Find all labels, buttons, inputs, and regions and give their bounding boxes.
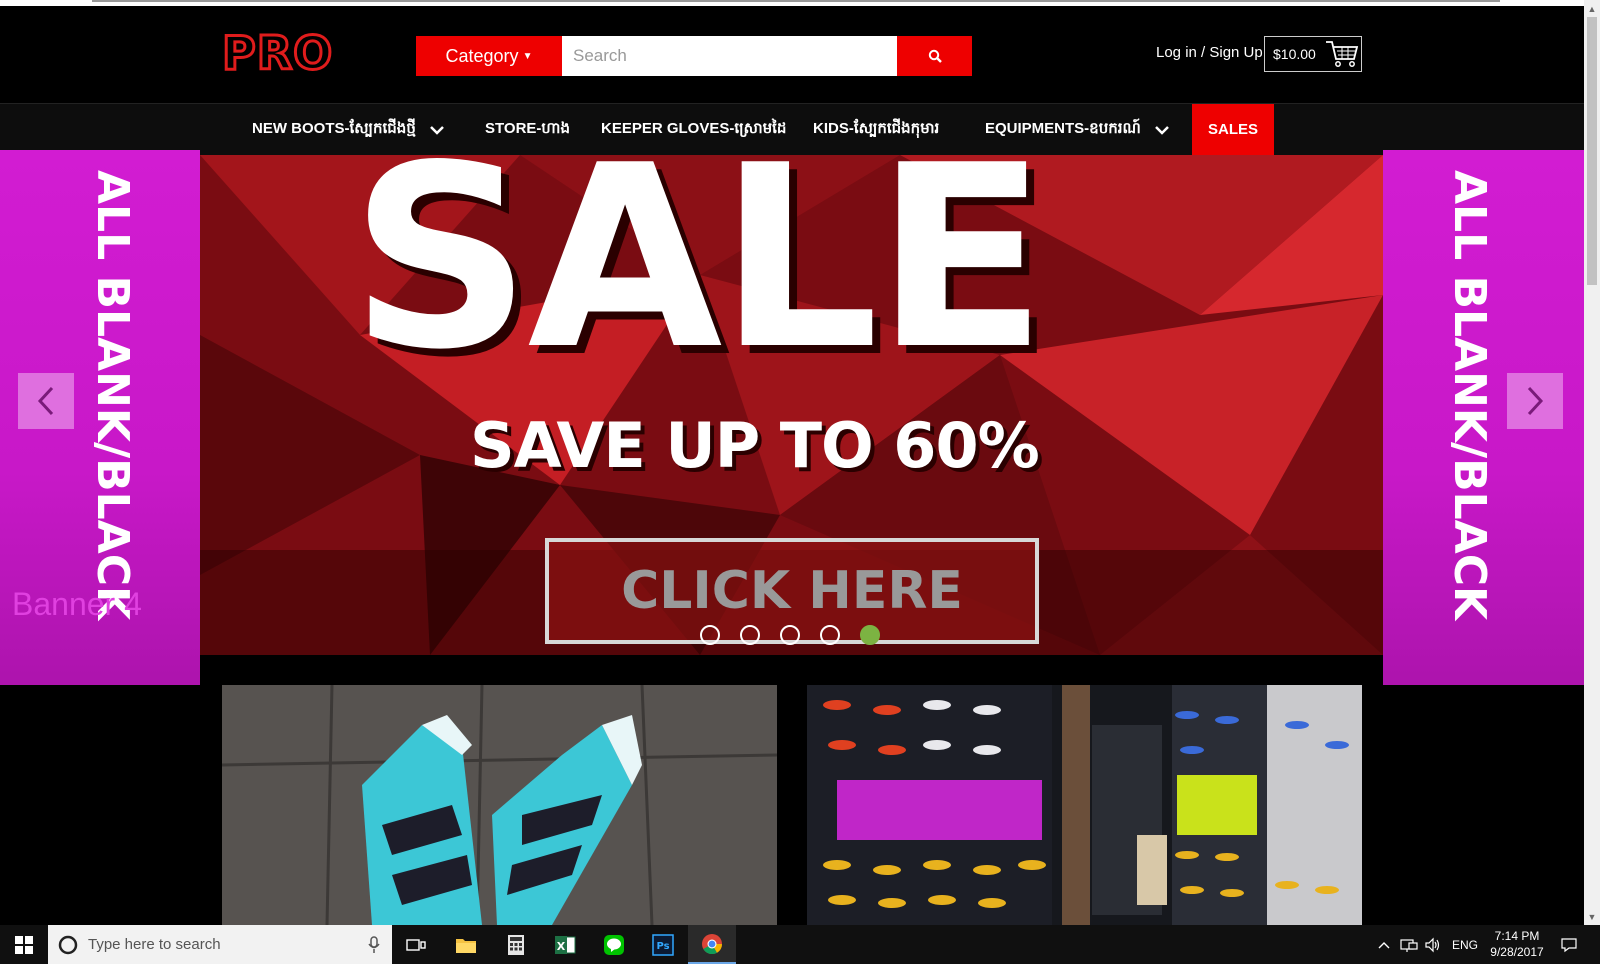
file-explorer-icon[interactable] <box>442 925 490 964</box>
product-image-store[interactable] <box>807 685 1362 925</box>
chevron-up-icon <box>1378 941 1390 948</box>
slide-indicators <box>700 625 880 645</box>
nav-item-store[interactable]: STORE-ហាង <box>485 104 570 155</box>
chevron-down-icon <box>429 122 444 138</box>
excel-icon[interactable]: X <box>541 925 589 964</box>
clock-time: 7:14 PM <box>1494 929 1540 943</box>
product-image-boots[interactable] <box>222 685 777 925</box>
network-icon[interactable] <box>1400 925 1418 964</box>
calculator-icon[interactable] <box>492 925 540 964</box>
shopping-cart-icon <box>1325 41 1358 67</box>
boots-photo <box>222 685 777 925</box>
cart-amount: $10.00 <box>1273 46 1316 62</box>
scroll-up-arrow-icon[interactable]: ▲ <box>1584 0 1600 17</box>
svg-text:Ps: Ps <box>656 941 669 952</box>
chevron-down-icon <box>1154 122 1169 138</box>
windows-logo-icon <box>15 935 33 954</box>
slide-dot-5[interactable] <box>860 625 880 645</box>
login-signup-link[interactable]: Log in / Sign Up <box>1156 44 1263 61</box>
side-ad-text: ALL BLANK/BLACK <box>1444 170 1495 621</box>
main-navigation: NEW BOOTS-ស្បែកជើងថ្មី STORE-ហាង KEEPER … <box>0 103 1584 155</box>
cortana-circle-icon <box>58 935 78 954</box>
microphone-icon[interactable] <box>368 936 380 954</box>
chrome-icon[interactable] <box>688 925 736 964</box>
taskbar-search-box[interactable]: Type here to search <box>48 925 392 964</box>
hero-banner-slide[interactable]: SALE SAVE UP TO 60% CLICK HERE <box>0 155 1584 655</box>
svg-text:X: X <box>557 940 566 953</box>
slide-dot-4[interactable] <box>820 625 840 645</box>
caret-down-icon: ▼ <box>522 50 533 62</box>
nav-item-sales[interactable]: SALES <box>1192 104 1275 155</box>
system-clock[interactable]: 7:14 PM 9/28/2017 <box>1484 928 1550 960</box>
nav-item-label: KEEPER GLOVES-ស្រោមដៃ <box>601 119 787 137</box>
photoshop-icon[interactable]: Ps <box>639 925 687 964</box>
slide-dot-1[interactable] <box>700 625 720 645</box>
action-center-icon[interactable] <box>1560 925 1578 964</box>
nav-item-kids[interactable]: KIDS-ស្បែកជើងកុមារ <box>813 104 939 155</box>
prev-slide-button[interactable] <box>18 373 74 429</box>
save-subheadline: SAVE UP TO 60% <box>470 409 1040 482</box>
next-slide-button[interactable] <box>1507 373 1563 429</box>
taskbar-search-placeholder: Type here to search <box>88 936 221 953</box>
sale-headline: SALE <box>350 155 1047 405</box>
nav-item-label: SALES <box>1208 121 1259 138</box>
browser-viewport: PRO Category ▼ Log in / Sign Up $10.00 N… <box>0 0 1584 925</box>
clock-date: 9/28/2017 <box>1490 945 1544 959</box>
search-button[interactable] <box>897 36 972 76</box>
banner-caption: Banner 4 <box>12 586 142 622</box>
nav-item-label: KIDS-ស្បែកជើងកុមារ <box>813 119 940 137</box>
volume-icon[interactable] <box>1424 925 1442 964</box>
slide-dot-2[interactable] <box>740 625 760 645</box>
input-language[interactable]: ENG <box>1452 925 1478 964</box>
slide-dot-3[interactable] <box>780 625 800 645</box>
cart-button[interactable]: $10.00 <box>1264 36 1362 72</box>
nav-item-label: EQUIPMENTS-ឧបករណ៍ <box>985 119 1141 137</box>
scrollbar-thumb[interactable] <box>1587 17 1597 285</box>
nav-item-equipments[interactable]: EQUIPMENTS-ឧបករណ៍ <box>985 104 1169 155</box>
show-hidden-icons-button[interactable] <box>1378 925 1390 964</box>
task-view-icon[interactable] <box>392 925 440 964</box>
scroll-down-arrow-icon[interactable]: ▼ <box>1584 908 1600 925</box>
chevron-right-icon <box>1527 386 1544 416</box>
nav-item-keeper-gloves[interactable]: KEEPER GLOVES-ស្រោមដៃ <box>601 104 786 155</box>
windows-taskbar: Type here to search X Ps ENG 7:14 PM 9/2… <box>0 925 1600 964</box>
nav-item-label: STORE-ហាង <box>485 119 570 137</box>
line-app-icon[interactable] <box>590 925 638 964</box>
store-photo <box>807 685 1362 925</box>
category-dropdown-button[interactable]: Category ▼ <box>416 36 562 76</box>
chevron-left-icon <box>37 386 54 416</box>
category-label: Category <box>445 45 519 66</box>
nav-item-new-boots[interactable]: NEW BOOTS-ស្បែកជើងថ្មី <box>252 104 444 155</box>
start-button[interactable] <box>0 925 48 964</box>
page-scrollbar[interactable]: ▲ ▼ <box>1584 0 1600 925</box>
site-header: PRO Category ▼ Log in / Sign Up $10.00 <box>0 6 1584 103</box>
search-input[interactable] <box>562 36 897 76</box>
search-icon <box>928 49 942 63</box>
site-logo[interactable]: PRO <box>220 29 333 78</box>
nav-item-label: NEW BOOTS-ស្បែកជើងថ្មី <box>252 119 416 137</box>
